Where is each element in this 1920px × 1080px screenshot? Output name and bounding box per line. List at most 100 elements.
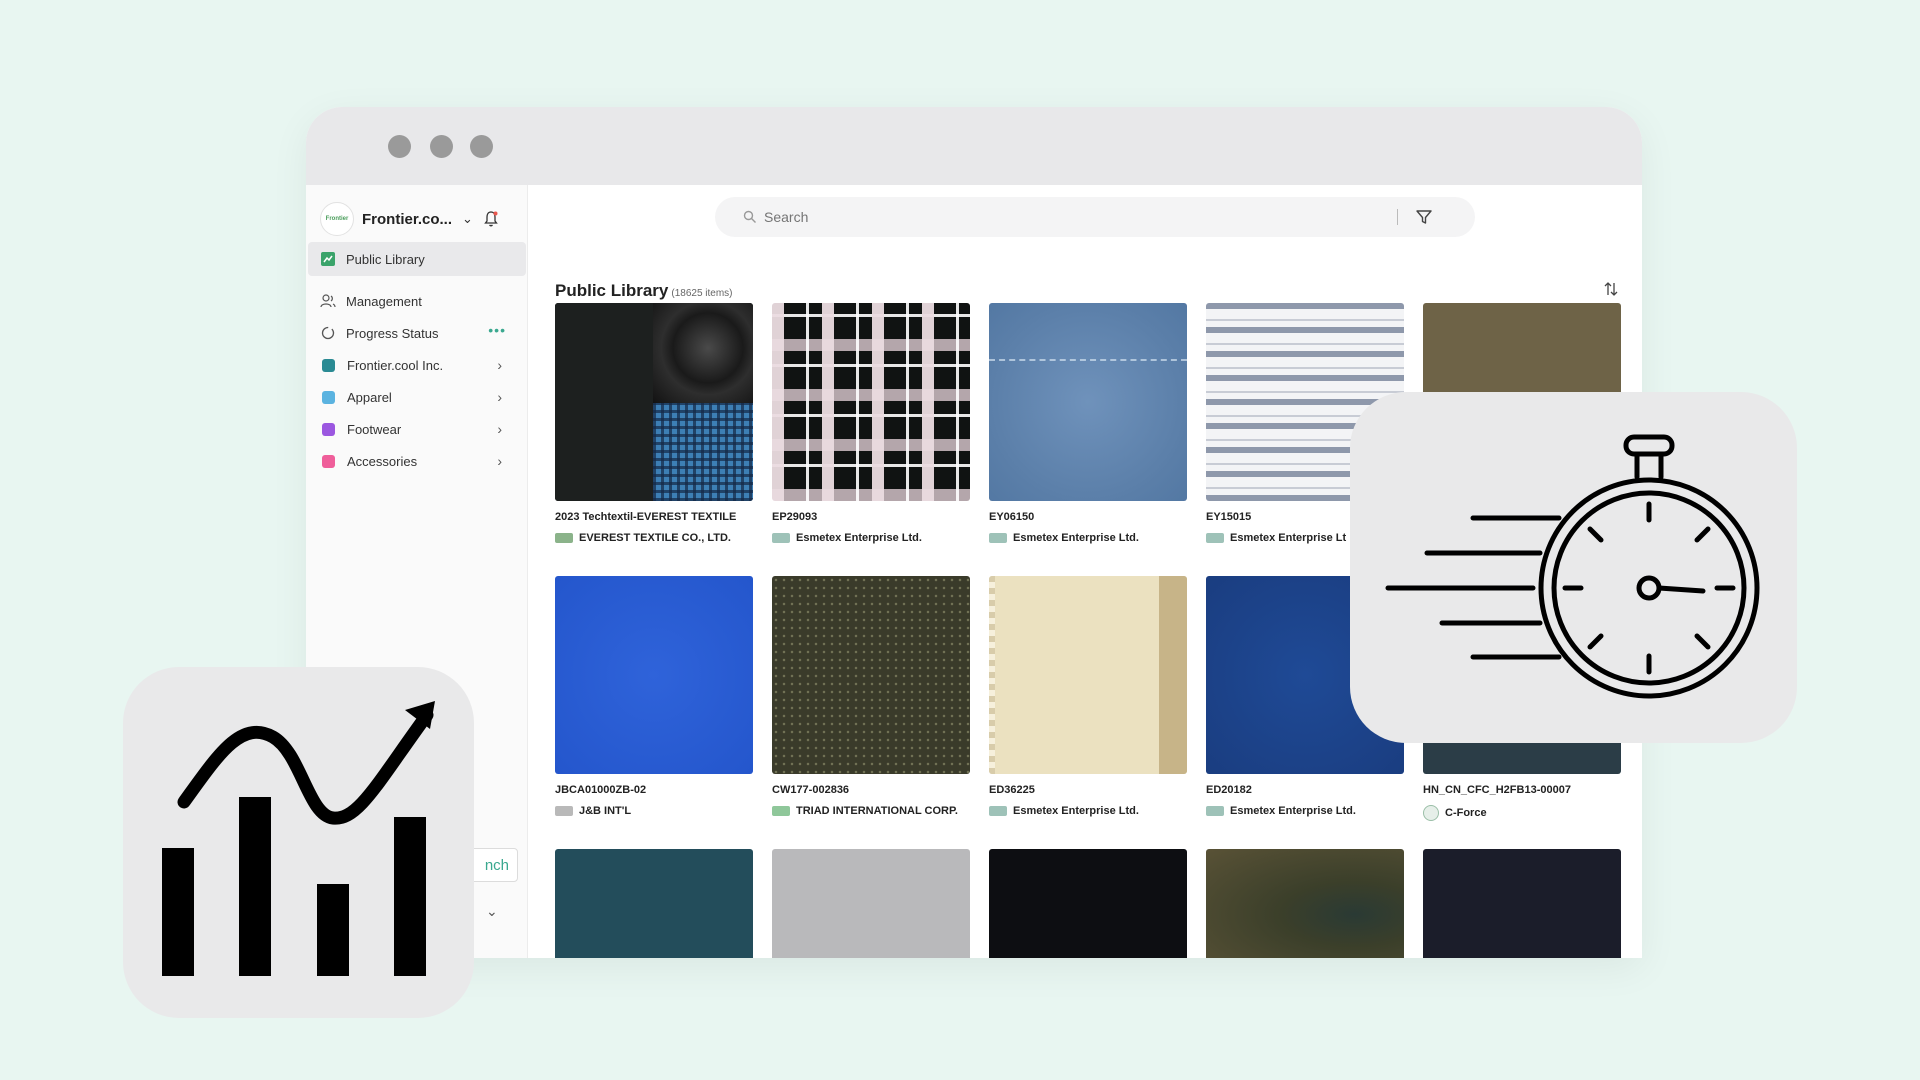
supplier-logo bbox=[555, 533, 573, 543]
chevron-right-icon[interactable]: › bbox=[497, 453, 502, 469]
supplier-logo bbox=[989, 806, 1007, 816]
workspace-color-icon bbox=[322, 422, 335, 436]
supplier-name: J&B INT'L bbox=[555, 805, 753, 817]
library-icon bbox=[321, 252, 335, 266]
supplier-name: EVEREST TEXTILE CO., LTD. bbox=[555, 532, 753, 544]
page-title: Public Library (18625 items) bbox=[555, 281, 733, 301]
stopwatch-tile bbox=[1350, 392, 1797, 743]
material-code: 2023 Techtextil-EVEREST TEXTILE bbox=[555, 511, 737, 523]
sidebar-item-label: Footwear bbox=[347, 421, 402, 437]
sidebar-item-apparel[interactable]: Apparel › bbox=[308, 380, 526, 414]
filter-icon[interactable] bbox=[1415, 208, 1433, 226]
material-card[interactable]: EP29093 Esmetex Enterprise Ltd. bbox=[772, 303, 970, 544]
supplier-label: Esmetex Enterprise Lt bbox=[1230, 532, 1347, 544]
chevron-down-icon[interactable]: ⌄ bbox=[486, 903, 498, 920]
search-icon bbox=[743, 210, 756, 223]
library-title: Public Library bbox=[555, 281, 669, 300]
material-code: HN_CN_CFC_H2FB13-00007 bbox=[1423, 784, 1571, 796]
material-card[interactable]: CW177-002836 TRIAD INTERNATIONAL CORP. bbox=[772, 576, 970, 817]
sort-icon[interactable] bbox=[1602, 280, 1620, 298]
material-thumbnail[interactable] bbox=[989, 849, 1187, 958]
material-thumbnail[interactable] bbox=[772, 576, 970, 774]
supplier-name: Esmetex Enterprise Ltd. bbox=[1206, 805, 1404, 817]
chevron-right-icon[interactable]: › bbox=[497, 421, 502, 437]
material-code: CW177-002836 bbox=[772, 784, 850, 796]
window-minimize-dot[interactable] bbox=[430, 135, 453, 158]
supplier-logo bbox=[772, 806, 790, 816]
window-maximize-dot[interactable] bbox=[470, 135, 493, 158]
sidebar-item-label: Progress Status bbox=[346, 325, 439, 341]
material-thumbnail[interactable] bbox=[1423, 849, 1621, 958]
material-thumbnail[interactable] bbox=[555, 303, 753, 501]
supplier-label: Esmetex Enterprise Ltd. bbox=[1230, 805, 1356, 817]
material-thumbnail[interactable] bbox=[772, 849, 970, 958]
supplier-logo bbox=[1206, 806, 1224, 816]
bell-icon[interactable] bbox=[483, 210, 499, 228]
item-count: (18625 items) bbox=[671, 288, 733, 299]
sidebar-item-label: Accessories bbox=[347, 453, 418, 469]
supplier-logo bbox=[772, 533, 790, 543]
supplier-name: Esmetex Enterprise Ltd. bbox=[772, 532, 970, 544]
sidebar-item-frontier[interactable]: Frontier.cool Inc. › bbox=[308, 348, 526, 382]
material-thumbnail[interactable] bbox=[555, 849, 753, 958]
material-thumbnail[interactable] bbox=[772, 303, 970, 501]
window-titlebar bbox=[306, 107, 1642, 185]
growth-chart-tile bbox=[123, 667, 474, 1018]
progress-icon bbox=[321, 326, 335, 340]
sidebar-item-management[interactable]: Management bbox=[308, 284, 526, 318]
chevron-right-icon[interactable]: › bbox=[497, 389, 502, 405]
material-card[interactable]: ED36225 Esmetex Enterprise Ltd. bbox=[989, 576, 1187, 817]
organization-name: Frontier.co... bbox=[362, 210, 453, 228]
supplier-logo bbox=[1206, 533, 1224, 543]
material-code: EY06150 bbox=[989, 511, 1035, 523]
material-thumbnail[interactable] bbox=[555, 576, 753, 774]
workspace-color-icon bbox=[322, 454, 335, 468]
supplier-label: EVEREST TEXTILE CO., LTD. bbox=[579, 532, 731, 544]
sidebar-item-label: Apparel bbox=[347, 389, 392, 405]
sidebar-item-accessories[interactable]: Accessories › bbox=[308, 444, 526, 478]
chevron-right-icon[interactable]: › bbox=[497, 357, 502, 373]
supplier-logo bbox=[989, 533, 1007, 543]
material-thumbnail[interactable] bbox=[1206, 849, 1404, 958]
sidebar-item-label: Public Library bbox=[346, 251, 425, 267]
material-card[interactable] bbox=[1423, 849, 1621, 958]
material-code: EP29093 bbox=[772, 511, 818, 523]
supplier-label: C-Force bbox=[1445, 807, 1487, 819]
material-thumbnail[interactable] bbox=[989, 576, 1187, 774]
organization-logo: Frontier bbox=[320, 202, 354, 236]
material-thumbnail[interactable] bbox=[989, 303, 1187, 501]
window-close-dot[interactable] bbox=[388, 135, 411, 158]
supplier-name: Esmetex Enterprise Ltd. bbox=[989, 805, 1187, 817]
material-card[interactable]: JBCA01000ZB-02 J&B INT'L bbox=[555, 576, 753, 817]
supplier-logo bbox=[1423, 805, 1439, 821]
search-bar[interactable] bbox=[715, 197, 1475, 237]
sidebar-item-footwear[interactable]: Footwear › bbox=[308, 412, 526, 446]
material-card[interactable]: EY06150 Esmetex Enterprise Ltd. bbox=[989, 303, 1187, 544]
supplier-label: J&B INT'L bbox=[579, 805, 632, 817]
workspace-color-icon bbox=[322, 358, 335, 372]
supplier-label: TRIAD INTERNATIONAL CORP. bbox=[796, 805, 958, 817]
chevron-down-icon[interactable]: ⌄ bbox=[462, 211, 473, 227]
supplier-label: Esmetex Enterprise Ltd. bbox=[796, 532, 922, 544]
material-card[interactable] bbox=[555, 849, 753, 958]
supplier-name: C-Force bbox=[1423, 805, 1621, 821]
material-code: JBCA01000ZB-02 bbox=[555, 784, 647, 796]
supplier-label: Esmetex Enterprise Ltd. bbox=[1013, 532, 1139, 544]
material-card[interactable] bbox=[989, 849, 1187, 958]
workspace-color-icon bbox=[322, 390, 335, 404]
supplier-name: Esmetex Enterprise Ltd. bbox=[989, 532, 1187, 544]
growth-chart-icon bbox=[162, 701, 435, 976]
material-card[interactable] bbox=[1206, 849, 1404, 958]
search-divider bbox=[1397, 209, 1398, 225]
fast-stopwatch-icon bbox=[1385, 434, 1760, 699]
material-card[interactable]: 2023 Techtextil-EVEREST TEXTILE EVEREST … bbox=[555, 303, 753, 544]
sidebar-item-progress-status[interactable]: Progress Status ••• bbox=[308, 316, 526, 350]
sidebar-item-label: Management bbox=[346, 293, 422, 309]
material-card[interactable] bbox=[772, 849, 970, 958]
sidebar-item-public-library[interactable]: Public Library bbox=[308, 242, 526, 276]
users-icon bbox=[320, 294, 336, 308]
more-icon[interactable]: ••• bbox=[488, 322, 506, 338]
organization-switcher[interactable]: Frontier Frontier.co... ⌄ bbox=[320, 199, 520, 239]
search-input[interactable] bbox=[764, 209, 1364, 225]
supplier-name: TRIAD INTERNATIONAL CORP. bbox=[772, 805, 970, 817]
